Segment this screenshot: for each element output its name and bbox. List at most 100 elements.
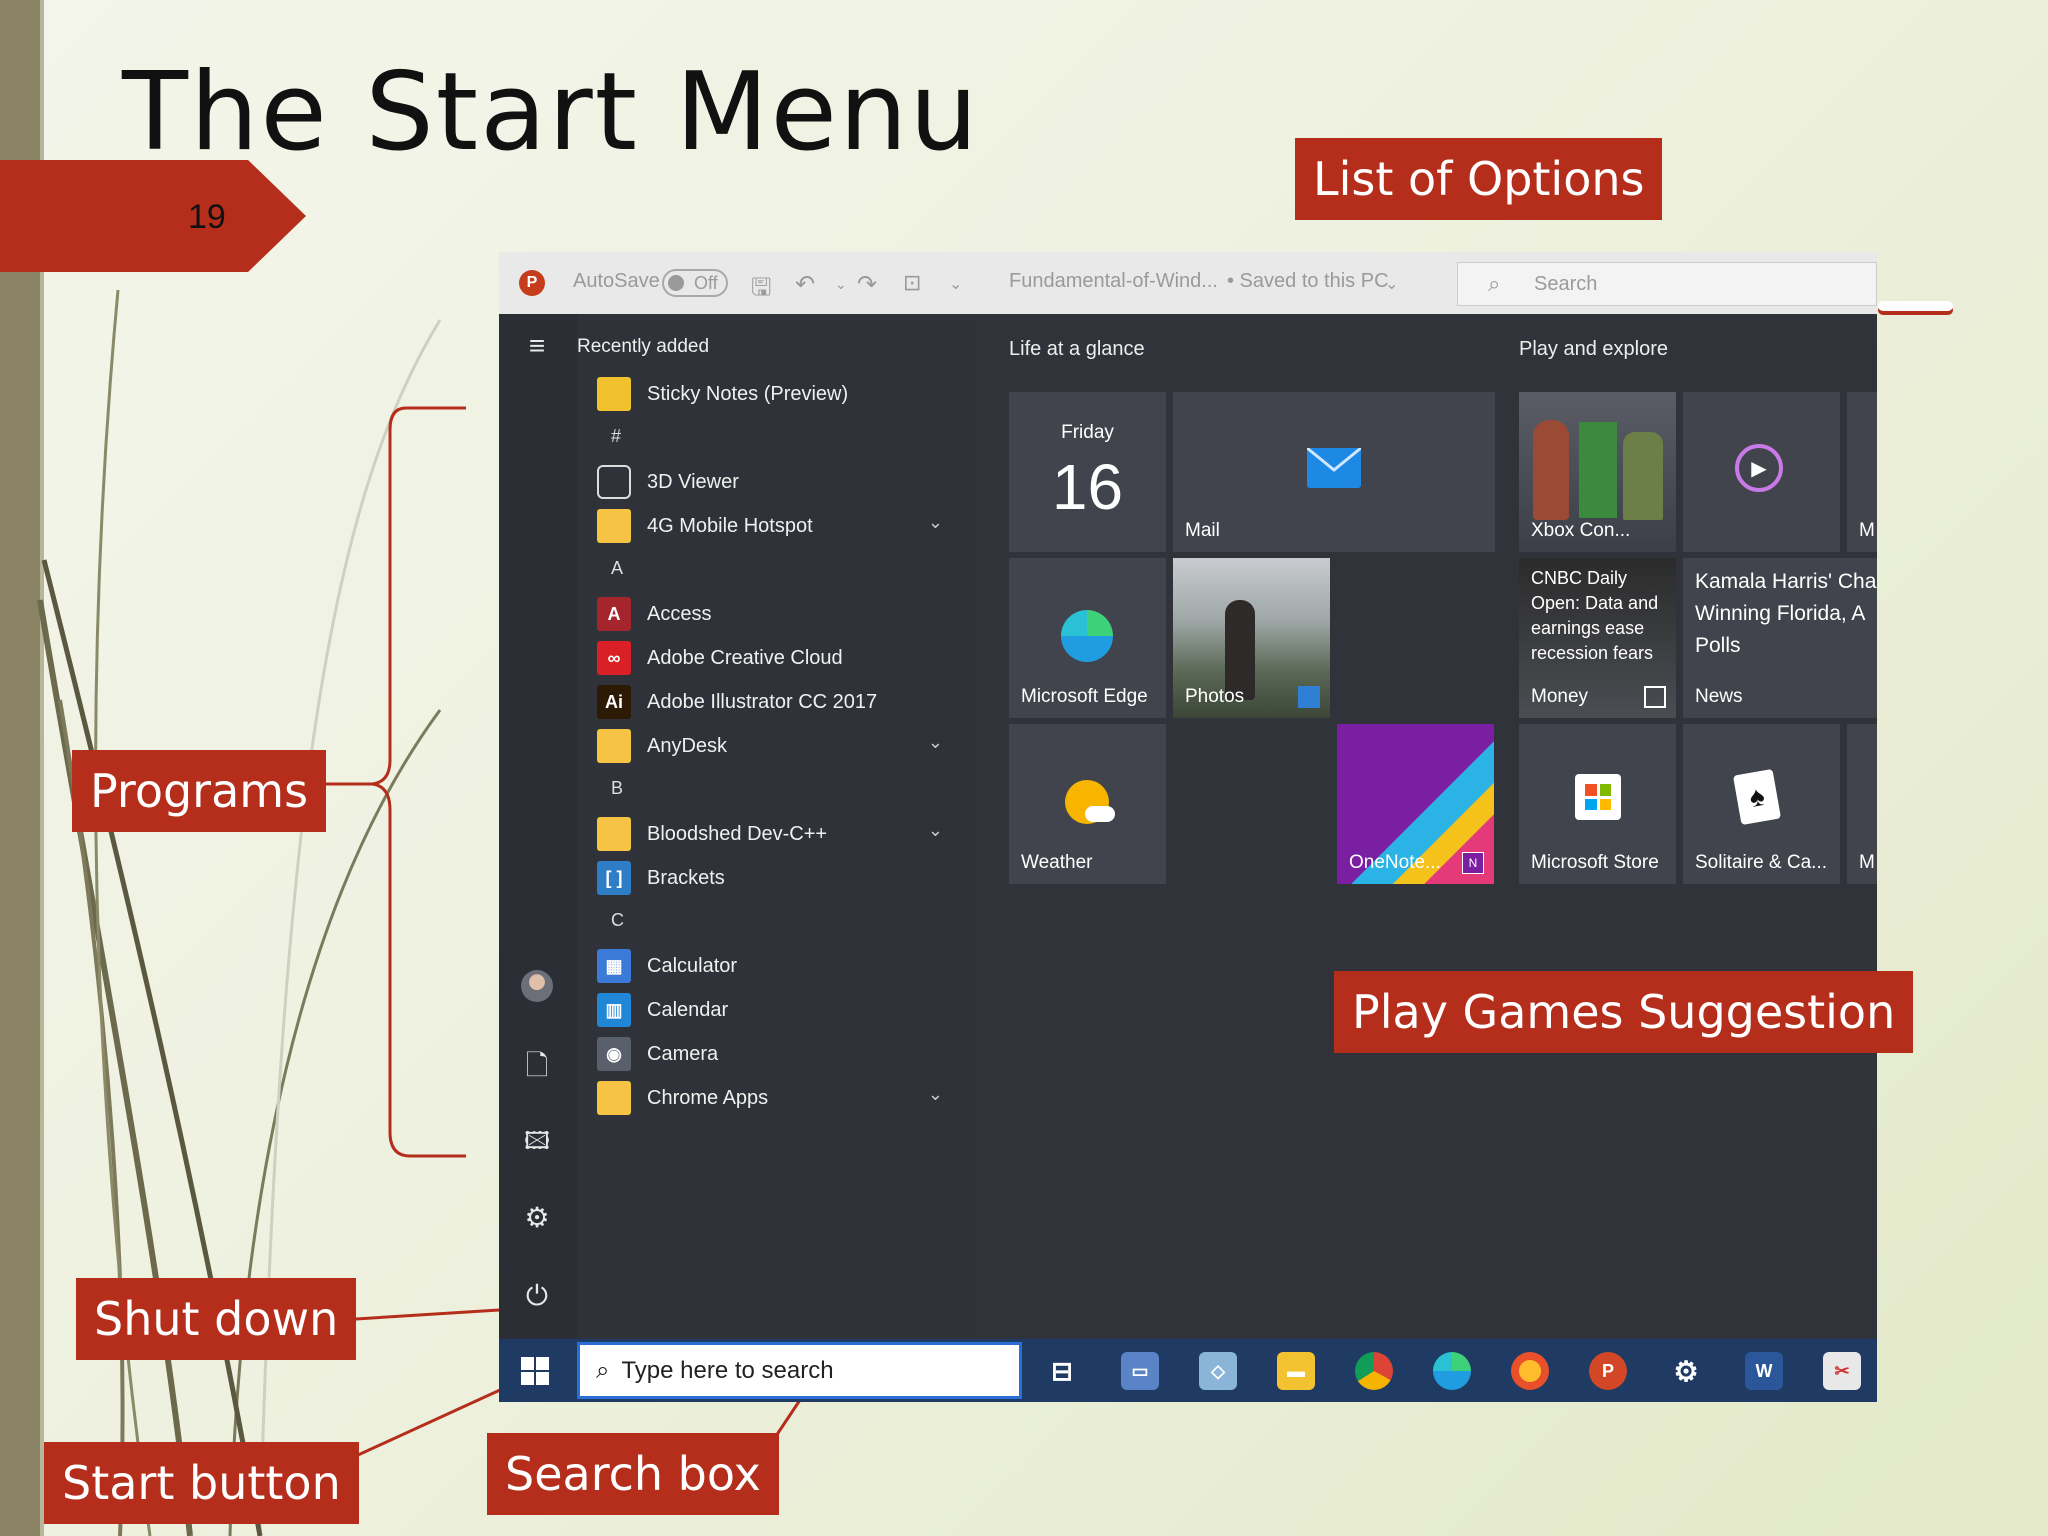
mail-tile[interactable]: Mail — [1173, 392, 1495, 552]
edge-label: Microsoft Edge — [1021, 686, 1148, 707]
mail-label: Mail — [1185, 520, 1220, 541]
program-list-item[interactable]: 4G Mobile Hotspot ⌄ — [577, 502, 977, 550]
list-section-header[interactable]: # — [611, 426, 621, 447]
autosave-label: AutoSave — [573, 270, 660, 292]
program-list-item[interactable]: ∞ Adobe Creative Cloud — [577, 634, 977, 682]
firefox-icon[interactable] — [1511, 1352, 1549, 1390]
cut-tile-1[interactable]: M — [1847, 392, 1877, 552]
search-input[interactable]: ⌕ Search — [1457, 262, 1877, 306]
weather-tile[interactable]: Weather — [1009, 724, 1166, 884]
xbox-avatar-1 — [1533, 420, 1569, 520]
notepad-icon[interactable]: ◇ — [1199, 1352, 1237, 1390]
recently-added-header: Recently added — [577, 336, 710, 357]
program-list-item[interactable]: 3D Viewer — [577, 458, 977, 506]
cut-tile-2[interactable]: M — [1847, 724, 1877, 884]
tiles-area: Life at a glance Play and explore Friday… — [977, 314, 1877, 1339]
edge-icon[interactable] — [1433, 1352, 1471, 1390]
undo-dropdown-icon[interactable]: ⌄ — [835, 276, 847, 293]
folder-icon — [597, 729, 631, 763]
money-headline: CNBC Daily Open: Data and earnings ease … — [1531, 568, 1659, 663]
photos-label: Photos — [1185, 686, 1245, 707]
program-list: Recently added Sticky Notes (Preview) #3D… — [577, 314, 977, 1339]
calculator-icon: ▦ — [597, 949, 631, 983]
program-list-item[interactable]: Sticky Notes (Preview) — [577, 370, 977, 418]
onenote-tile[interactable]: N OneNote... — [1337, 724, 1494, 884]
list-section-header[interactable]: B — [611, 778, 623, 799]
program-list-item[interactable]: ▥ Calendar — [577, 986, 977, 1034]
illustrator-icon: Ai — [597, 685, 631, 719]
task-view-icon[interactable]: ⊟ — [1043, 1352, 1081, 1390]
start-button[interactable] — [499, 1339, 571, 1402]
program-list-item[interactable]: Chrome Apps ⌄ — [577, 1074, 977, 1122]
word-icon[interactable]: W — [1745, 1352, 1783, 1390]
news-label: News — [1695, 686, 1743, 707]
sticky-notes-icon — [597, 377, 631, 411]
present-icon[interactable]: ⊡ — [903, 270, 921, 296]
list-section-header[interactable]: C — [611, 910, 624, 931]
program-list-item[interactable]: A Access — [577, 590, 977, 638]
power-icon[interactable]: ⏻ — [517, 1276, 557, 1316]
customize-toolbar-icon[interactable]: ⌄ — [949, 274, 962, 294]
program-list-item[interactable]: Ai Adobe Illustrator CC 2017 — [577, 678, 977, 726]
chevron-down-icon[interactable]: ⌄ — [928, 820, 943, 841]
program-list-item[interactable]: Bloodshed Dev-C++ ⌄ — [577, 810, 977, 858]
folder-icon — [597, 1081, 631, 1115]
taskbar-search-box[interactable]: ⌕ Type here to search — [577, 1342, 1022, 1399]
chevron-down-icon[interactable]: ⌄ — [928, 1084, 943, 1105]
microsoft-store-tile[interactable]: Microsoft Store — [1519, 724, 1676, 884]
program-label: Bloodshed Dev-C++ — [647, 822, 828, 845]
xbox-avatar-3 — [1623, 432, 1663, 520]
groove-music-tile[interactable]: ▶ — [1683, 392, 1840, 552]
file-explorer-icon[interactable]: ▬ — [1277, 1352, 1315, 1390]
powerpoint-icon[interactable]: P — [519, 270, 545, 296]
snipping-tool-icon[interactable]: ✂ — [1823, 1352, 1861, 1390]
photos-icon — [1298, 686, 1320, 708]
xbox-tile[interactable]: Xbox Con... — [1519, 392, 1676, 552]
photos-tile[interactable]: Photos — [1173, 558, 1330, 718]
program-label: Adobe Illustrator CC 2017 — [647, 690, 878, 713]
slide-number: 19 — [188, 198, 226, 236]
chrome-icon[interactable] — [1355, 1352, 1393, 1390]
chevron-down-icon[interactable]: ⌄ — [928, 512, 943, 533]
hamburger-menu-icon[interactable]: ≡ — [517, 326, 557, 366]
cut-tile-2-label: M — [1859, 852, 1875, 873]
list-section-header[interactable]: A — [611, 558, 623, 579]
file-name: Fundamental-of-Wind... — [1009, 270, 1218, 292]
calendar-day: Friday — [1061, 422, 1114, 443]
mail-icon — [1307, 448, 1361, 488]
redo-icon[interactable]: ↷ — [857, 270, 877, 299]
undo-icon[interactable]: ↶ — [795, 270, 815, 299]
program-list-item[interactable]: [ ] Brackets — [577, 854, 977, 902]
news-headline: Kamala Harris' Cha Winning Florida, A Po… — [1695, 570, 1877, 657]
start-menu-screenshot: P AutoSave Off 🖫 ↶ ⌄ ↷ ⊡ ⌄ Fundamental-o… — [499, 252, 1877, 1402]
saved-status[interactable]: • Saved to this PC — [1227, 270, 1389, 293]
solitaire-tile[interactable]: ♠ Solitaire & Ca... — [1683, 724, 1840, 884]
chevron-down-icon[interactable]: ⌄ — [928, 732, 943, 753]
autosave-toggle[interactable]: Off — [662, 269, 728, 297]
documents-icon[interactable]: 🗋 — [517, 1046, 557, 1086]
program-label: Access — [647, 602, 712, 625]
edge-tile[interactable]: Microsoft Edge — [1009, 558, 1166, 718]
callout-play-games: Play Games Suggestion — [1334, 971, 1914, 1053]
news-tile[interactable]: Kamala Harris' Cha Winning Florida, A Po… — [1683, 558, 1877, 718]
program-label: Camera — [647, 1042, 719, 1065]
program-list-item[interactable]: AnyDesk ⌄ — [577, 722, 977, 770]
cube-icon — [597, 465, 631, 499]
this-pc-icon[interactable]: ▭ — [1121, 1352, 1159, 1390]
money-tile[interactable]: CNBC Daily Open: Data and earnings ease … — [1519, 558, 1676, 718]
pictures-icon[interactable]: 🖾 — [517, 1122, 557, 1162]
settings-icon[interactable]: ⚙ — [1667, 1352, 1705, 1390]
saved-chevron-down-icon[interactable]: ⌄ — [1385, 274, 1398, 294]
callout-start-button: Start button — [44, 1442, 359, 1524]
powerpoint-taskbar-icon[interactable]: P — [1589, 1352, 1627, 1390]
save-icon[interactable]: 🖫 — [751, 270, 771, 311]
program-label: Sticky Notes (Preview) — [647, 382, 849, 405]
xbox-label: Xbox Con... — [1531, 520, 1631, 541]
program-list-item[interactable]: ◉ Camera — [577, 1030, 977, 1078]
taskbar-search-placeholder: Type here to search — [621, 1356, 834, 1384]
user-avatar[interactable] — [517, 966, 557, 1006]
settings-gear-icon[interactable]: ⚙ — [517, 1198, 557, 1238]
program-list-item[interactable]: ▦ Calculator — [577, 942, 977, 990]
store-label: Microsoft Store — [1531, 852, 1659, 873]
calendar-tile[interactable]: Friday 16 — [1009, 392, 1166, 552]
